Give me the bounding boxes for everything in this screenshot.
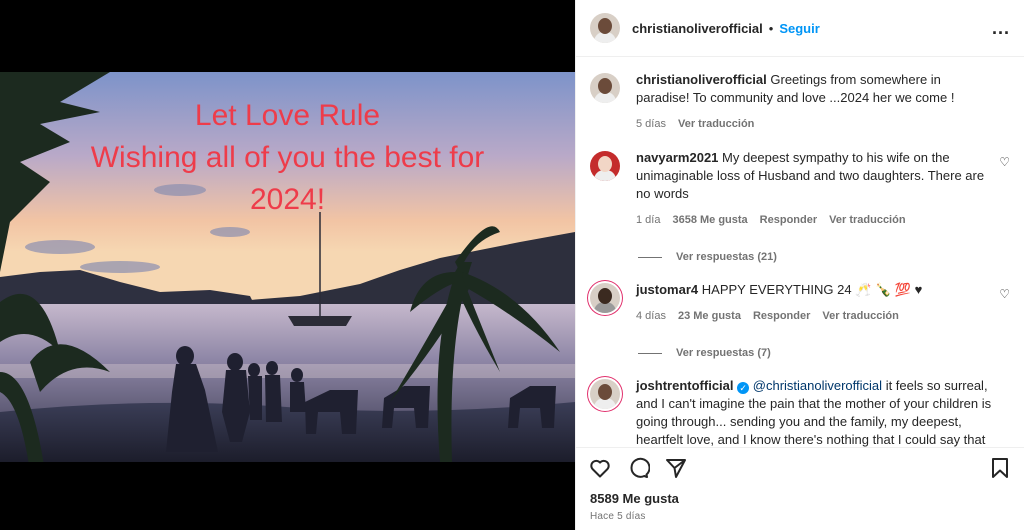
- comment-time[interactable]: 4 días: [636, 307, 666, 325]
- commenter-avatar[interactable]: [590, 283, 620, 313]
- comment-item: joshtrentofficial ✓ @christianoliveroffi…: [590, 377, 1010, 447]
- view-replies-label: Ver respuestas (7): [676, 347, 771, 359]
- reply-button[interactable]: Responder: [753, 307, 810, 325]
- translate-link[interactable]: Ver traducción: [822, 307, 898, 325]
- post-side-panel: christianoliverofficial • Seguir ... chr…: [575, 0, 1024, 530]
- replies-line: [638, 352, 662, 354]
- caption-time[interactable]: 5 días: [636, 115, 666, 133]
- author-username[interactable]: christianoliverofficial: [632, 21, 763, 36]
- comment-item: justomar4 HAPPY EVERYTHING 24 🥂 🍾 💯 ♥ 4 …: [590, 281, 1010, 325]
- overlay-line-2: Wishing all of you the best for: [90, 141, 485, 174]
- comment-username[interactable]: joshtrentofficial: [636, 378, 734, 393]
- comment-likes[interactable]: 3658 Me gusta: [672, 211, 747, 229]
- comment-meta: 1 día 3658 Me gusta Responder Ver traduc…: [636, 211, 992, 229]
- separator-dot: •: [768, 20, 774, 36]
- post-dialog: Let Love Rule Wishing all of you the bes…: [0, 0, 1024, 530]
- comment-likes[interactable]: 23 Me gusta: [678, 307, 741, 325]
- comment-body: joshtrentofficial ✓ @christianoliveroffi…: [636, 377, 992, 447]
- more-options-icon[interactable]: ...: [992, 18, 1010, 39]
- caption: christianoliverofficial Greetings from s…: [590, 71, 1010, 133]
- comments-list[interactable]: christianoliverofficial Greetings from s…: [576, 57, 1024, 447]
- verified-badge-icon: ✓: [737, 382, 750, 394]
- view-replies-label: Ver respuestas (21): [676, 251, 777, 263]
- bookmark-icon[interactable]: [988, 456, 1012, 480]
- comment-item: navyarm2021 My deepest sympathy to his w…: [590, 149, 1010, 229]
- comment-text: HAPPY EVERYTHING 24 🥂 🍾 💯 ♥: [701, 282, 923, 297]
- replies-line: [638, 256, 662, 258]
- comment-username[interactable]: justomar4: [636, 282, 698, 297]
- translate-link[interactable]: Ver traducción: [829, 211, 905, 229]
- comment-mention[interactable]: @christianoliverofficial: [753, 378, 882, 393]
- post-header: christianoliverofficial • Seguir ...: [576, 0, 1024, 57]
- like-comment-heart-icon[interactable]: ♡: [999, 155, 1010, 169]
- commenter-avatar[interactable]: [590, 151, 620, 181]
- follow-button[interactable]: Seguir: [779, 21, 819, 36]
- overlay-line-3: 2024!: [249, 183, 326, 216]
- share-icon[interactable]: [664, 456, 688, 480]
- caption-meta: 5 días Ver traducción: [636, 115, 992, 133]
- post-date: Hace 5 días: [590, 511, 646, 522]
- action-bar: [576, 447, 1024, 488]
- caption-translate-link[interactable]: Ver traducción: [678, 115, 754, 133]
- comment-time[interactable]: 1 día: [636, 211, 660, 229]
- caption-avatar[interactable]: [590, 73, 620, 103]
- post-media[interactable]: Let Love Rule Wishing all of you the bes…: [0, 0, 575, 530]
- overlay-line-1: Let Love Rule: [194, 99, 381, 132]
- comment-icon[interactable]: [626, 456, 650, 480]
- caption-body: christianoliverofficial Greetings from s…: [636, 71, 992, 133]
- author-avatar[interactable]: [590, 13, 620, 43]
- view-replies-button[interactable]: Ver respuestas (21): [638, 251, 1010, 263]
- comment-username[interactable]: navyarm2021: [636, 150, 718, 165]
- like-comment-heart-icon[interactable]: ♡: [999, 287, 1010, 301]
- likes-count[interactable]: 8589 Me gusta: [590, 491, 679, 506]
- commenter-avatar[interactable]: [590, 379, 620, 409]
- reply-button[interactable]: Responder: [760, 211, 817, 229]
- caption-username[interactable]: christianoliverofficial: [636, 72, 767, 87]
- comment-body: justomar4 HAPPY EVERYTHING 24 🥂 🍾 💯 ♥ 4 …: [636, 281, 992, 325]
- comment-body: navyarm2021 My deepest sympathy to his w…: [636, 149, 992, 229]
- heart-icon[interactable]: [588, 456, 612, 480]
- comment-meta: 4 días 23 Me gusta Responder Ver traducc…: [636, 307, 992, 325]
- view-replies-button[interactable]: Ver respuestas (7): [638, 347, 1010, 359]
